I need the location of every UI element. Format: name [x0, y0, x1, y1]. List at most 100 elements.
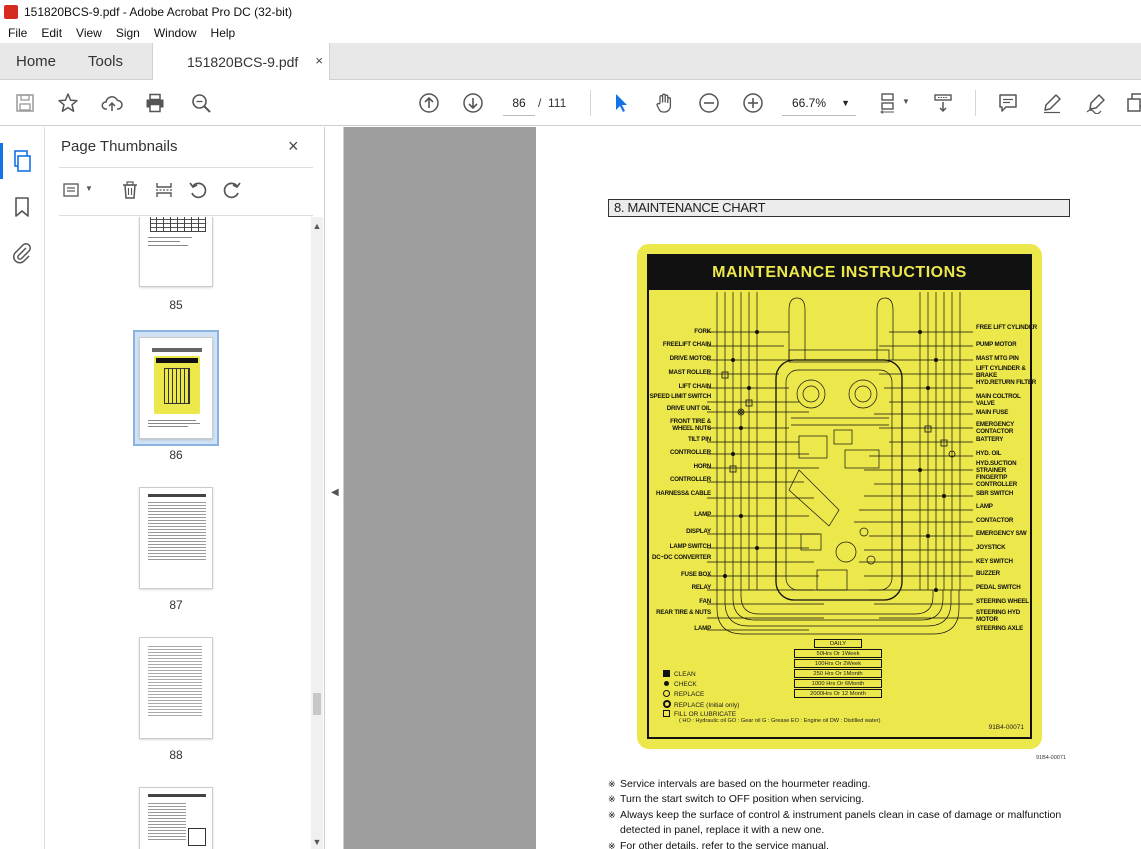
page-fit-button[interactable]: [876, 90, 902, 116]
document-viewer[interactable]: 8. MAINTENANCE CHART MAINTENANCE INSTRUC…: [344, 127, 1141, 849]
next-page-button[interactable]: [460, 90, 486, 116]
options-chevron-icon[interactable]: ▼: [85, 184, 93, 193]
star-icon: [58, 93, 78, 112]
zoom-in-button[interactable]: [740, 90, 766, 116]
label-fork: FORK: [694, 328, 711, 335]
zoom-level-select[interactable]: 66.7% ▼: [782, 90, 856, 116]
legend-replace: REPLACE: [663, 690, 704, 700]
scrolling-mode-button[interactable]: [930, 90, 956, 116]
label-rear-tire: REAR TIRE & NUTS: [656, 609, 711, 616]
label-steering-axle: STEERING AXLE: [976, 625, 1024, 632]
more-tools-button[interactable]: [1124, 90, 1141, 116]
panel-splitter[interactable]: ◀: [325, 127, 344, 849]
plus-circle-icon: [743, 93, 763, 113]
options-menu-button[interactable]: [59, 177, 85, 203]
label-lift-chain: LIFT CHAIN: [678, 383, 712, 390]
scrollbar-thumb[interactable]: [313, 693, 321, 715]
rotate-clockwise-button[interactable]: [219, 177, 245, 203]
tab-document[interactable]: 151820BCS-9.pdf ×: [152, 43, 330, 80]
tab-home[interactable]: Home: [16, 43, 56, 80]
rotate-left-icon: [189, 182, 207, 199]
maintenance-notes: Service intervals are based on the hourm…: [608, 777, 1078, 849]
list-options-icon: [63, 183, 79, 197]
decal-part-code: 91B4-00071: [988, 724, 1024, 731]
thumbnail-page[interactable]: [139, 637, 213, 739]
menu-file[interactable]: File: [0, 26, 34, 40]
bookmark-star-button[interactable]: [55, 90, 81, 116]
collapse-panel-icon[interactable]: ◀: [331, 487, 339, 498]
label-drive-unit-oil: DRIVE UNIT OIL: [666, 405, 711, 412]
sign-button[interactable]: [1083, 90, 1109, 116]
tab-close-icon[interactable]: ×: [315, 53, 323, 68]
label-main-fuse: MAIN FUSE: [976, 409, 1009, 416]
find-button[interactable]: [188, 90, 214, 116]
label-steering-hyd-motor: STEERING HYD MOTOR: [976, 609, 1021, 623]
tab-document-label: 151820BCS-9.pdf: [187, 54, 299, 70]
insert-pages-button[interactable]: [151, 177, 177, 203]
thumbnail-page-selected[interactable]: [139, 337, 213, 439]
label-joystick: JOYSTICK: [976, 544, 1006, 551]
fit-page-icon: [880, 93, 894, 114]
thumbnail-page[interactable]: [139, 787, 213, 849]
label-controller-2: CONTROLLER: [670, 476, 711, 483]
thumbnail-page-label: 88: [169, 748, 183, 762]
zoom-out-button[interactable]: [696, 90, 722, 116]
hand-tool-button[interactable]: [652, 90, 678, 116]
page-fit-chevron-icon[interactable]: ▼: [902, 97, 910, 106]
page-number-input[interactable]: 86: [503, 90, 535, 116]
label-free-lift-cylinder: FREE LIFT CYLINDER: [976, 324, 1038, 331]
thumbnail-page[interactable]: [139, 487, 213, 589]
thumbnail-page[interactable]: [139, 217, 213, 287]
label-lamp-2: LAMP: [694, 625, 711, 632]
select-tool-button[interactable]: [608, 90, 634, 116]
trash-icon: [123, 181, 137, 199]
attachments-rail-button[interactable]: [10, 241, 34, 265]
label-harness-cable: HARNESS& CABLE: [656, 490, 711, 497]
interval-daily: DAILY: [814, 639, 862, 648]
share-copy-icon: [1127, 93, 1141, 112]
label-lamp: LAMP: [694, 511, 711, 518]
comment-icon: [999, 94, 1017, 112]
panel-title: Page Thumbnails: [61, 138, 178, 155]
print-button[interactable]: [142, 90, 168, 116]
comment-button[interactable]: [995, 90, 1021, 116]
divider: [59, 215, 313, 216]
scroll-down-icon[interactable]: ▼: [311, 837, 323, 847]
arrow-down-circle-icon: [463, 93, 483, 113]
label-hyd-suction-strainer: HYD.SUCTION STRAINER: [976, 460, 1017, 474]
menu-help[interactable]: Help: [204, 26, 243, 40]
delete-pages-button[interactable]: [117, 177, 143, 203]
paperclip-icon: [13, 243, 31, 264]
scroll-up-icon[interactable]: ▲: [311, 221, 323, 231]
thumbnail-scrollbar[interactable]: ▲ ▼: [311, 217, 323, 849]
page-thumbnails-rail-button[interactable]: [0, 143, 34, 179]
arrow-up-circle-icon: [419, 93, 439, 113]
previous-page-button[interactable]: [416, 90, 442, 116]
menu-sign[interactable]: Sign: [109, 26, 147, 40]
legend-clean: CLEAN: [663, 670, 696, 680]
decal-frame: MAINTENANCE INSTRUCTIONS FORK FREELIFT C…: [647, 254, 1037, 739]
bookmarks-rail-button[interactable]: [10, 195, 34, 219]
rotate-counterclockwise-button[interactable]: [185, 177, 211, 203]
rotate-right-icon: [223, 182, 241, 199]
interval-100hrs: 100Hrs Or 2Week: [794, 659, 882, 668]
bookmark-icon: [15, 197, 29, 217]
interval-1000hrs: 1000 Hrs Or 6Month: [794, 679, 882, 688]
chevron-down-icon: ▼: [841, 98, 850, 108]
highlight-button[interactable]: [1039, 90, 1065, 116]
tab-tools[interactable]: Tools: [88, 43, 123, 80]
menu-edit[interactable]: Edit: [34, 26, 69, 40]
decal-header: MAINTENANCE INSTRUCTIONS: [649, 256, 1030, 290]
interval-2000hrs: 2000Hrs Or 12 Month: [794, 689, 882, 698]
note-item: Turn the start switch to OFF position wh…: [608, 792, 1078, 808]
thumbnail-page-label: 87: [169, 598, 183, 612]
panel-close-icon[interactable]: ×: [288, 136, 299, 157]
save-button[interactable]: [12, 90, 38, 116]
toolbar-divider: [975, 90, 976, 116]
upload-button[interactable]: [99, 90, 125, 116]
menu-view[interactable]: View: [69, 26, 109, 40]
note-item: For other details, refer to the service …: [608, 839, 1078, 849]
thumbnail-page-label: 85: [169, 298, 183, 312]
label-speed-limit-switch: SPEED LIMIT SWITCH: [649, 393, 712, 400]
menu-window[interactable]: Window: [147, 26, 204, 40]
